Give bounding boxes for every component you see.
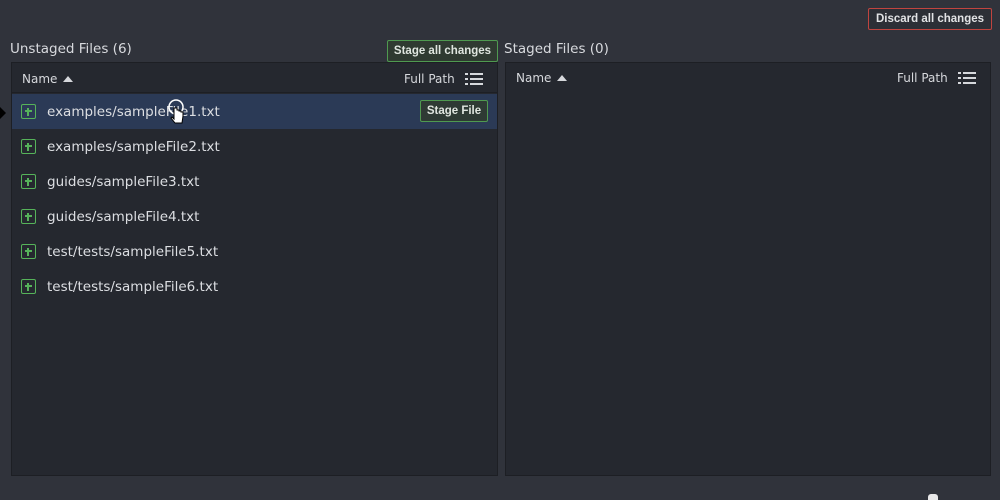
unstaged-files-panel: Name Full Path examples/sampleFile1.txt … (11, 62, 498, 476)
file-row[interactable]: test/tests/sampleFile5.txt (12, 234, 497, 269)
discard-all-changes-button[interactable]: Discard all changes (868, 8, 992, 30)
list-view-icon[interactable] (958, 72, 976, 84)
status-indicator (928, 494, 938, 500)
plus-square-icon[interactable] (21, 139, 36, 154)
file-row[interactable]: guides/sampleFile3.txt (12, 164, 497, 199)
file-row[interactable]: examples/sampleFile2.txt (12, 129, 497, 164)
full-path-label: Full Path (404, 72, 455, 86)
sort-by-name-header[interactable]: Name (516, 71, 568, 85)
stage-all-changes-button[interactable]: Stage all changes (387, 40, 498, 62)
file-path: examples/sampleFile2.txt (47, 138, 220, 155)
sort-ascending-icon (63, 76, 74, 82)
name-column-label: Name (516, 71, 552, 85)
name-column-label: Name (22, 72, 58, 86)
stage-file-button[interactable]: Stage File (420, 100, 488, 122)
plus-square-icon[interactable] (21, 279, 36, 294)
staged-files-panel: Name Full Path (505, 62, 991, 476)
sort-ascending-icon (557, 75, 568, 81)
unstaged-files-title: Unstaged Files (6) (10, 41, 132, 57)
unstaged-list-header: Name Full Path (12, 63, 497, 93)
file-path: guides/sampleFile4.txt (47, 208, 200, 225)
plus-square-icon[interactable] (21, 104, 36, 119)
staged-files-title: Staged Files (0) (504, 41, 609, 57)
list-view-icon[interactable] (465, 73, 483, 85)
sort-by-name-header[interactable]: Name (22, 72, 74, 86)
hand-pointer-icon (168, 99, 190, 125)
file-path: test/tests/sampleFile5.txt (47, 243, 219, 260)
left-edge-arrow-icon (0, 104, 6, 119)
file-path: test/tests/sampleFile6.txt (47, 278, 219, 295)
plus-square-icon[interactable] (21, 209, 36, 224)
file-path: examples/sampleFile1.txt (47, 103, 220, 120)
unstaged-file-list: examples/sampleFile1.txt Stage File exam… (12, 94, 497, 304)
file-row[interactable]: test/tests/sampleFile6.txt (12, 269, 497, 304)
staged-list-header: Name Full Path (506, 63, 990, 93)
plus-square-icon[interactable] (21, 244, 36, 259)
file-path: guides/sampleFile3.txt (47, 173, 200, 190)
file-row[interactable]: guides/sampleFile4.txt (12, 199, 497, 234)
plus-square-icon[interactable] (21, 174, 36, 189)
full-path-label: Full Path (897, 71, 948, 85)
file-row[interactable]: examples/sampleFile1.txt Stage File (12, 94, 497, 129)
